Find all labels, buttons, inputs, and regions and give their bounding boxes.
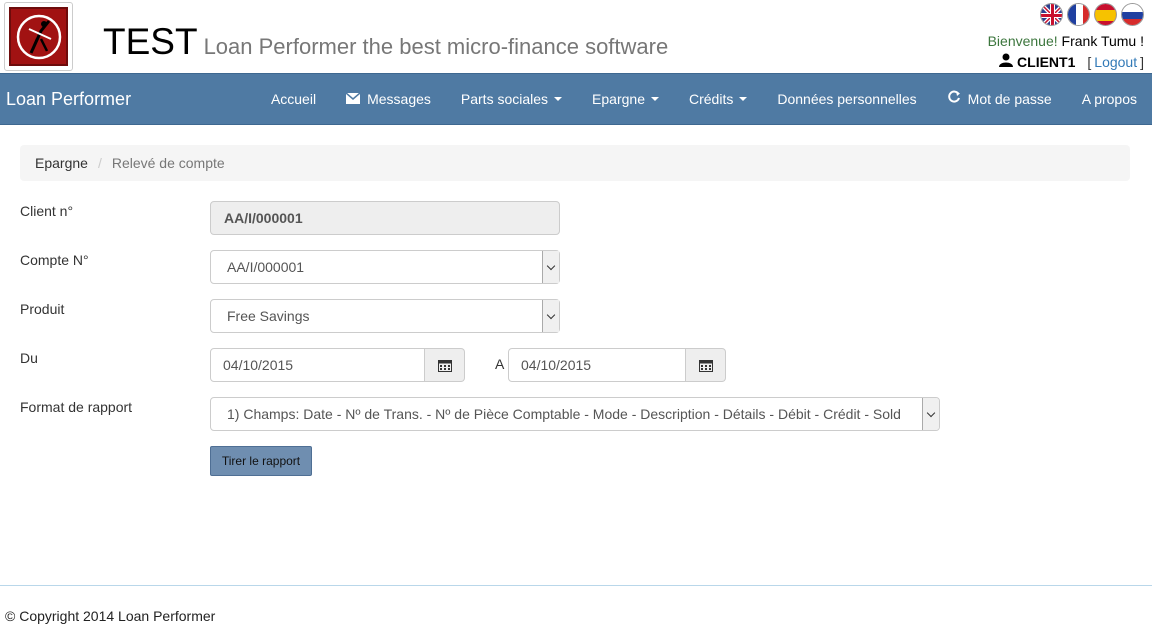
compte-label: Compte N° bbox=[20, 252, 89, 268]
chevron-down-icon[interactable] bbox=[922, 398, 939, 430]
breadcrumb-current: Relevé de compte bbox=[111, 155, 225, 171]
language-switcher bbox=[1040, 3, 1144, 26]
caret-down-icon bbox=[650, 97, 659, 101]
product-select[interactable]: Free Savings bbox=[210, 299, 560, 333]
welcome-user-name: Frank Tumu ! bbox=[1061, 33, 1144, 49]
nav-item-label: Crédits bbox=[688, 91, 734, 107]
nav-item-label: A propos bbox=[1081, 91, 1137, 107]
logo-emblem-icon bbox=[9, 7, 68, 66]
logout-bracket-close: ] bbox=[1140, 53, 1144, 70]
client-number-field: AA/I/000001 bbox=[210, 201, 560, 235]
nav-item-label: Accueil bbox=[270, 91, 317, 107]
nav-item-mot-de-passe[interactable]: Mot de passe bbox=[932, 74, 1067, 124]
chevron-down-icon[interactable] bbox=[542, 251, 559, 283]
envelope-icon bbox=[345, 74, 361, 124]
logout-link[interactable]: Logout bbox=[1094, 54, 1137, 70]
nav-item-messages[interactable]: Messages bbox=[331, 74, 446, 124]
nav-item-parts-sociales[interactable]: Parts sociales bbox=[446, 74, 577, 124]
spain-flag-icon[interactable] bbox=[1094, 3, 1117, 26]
report-format-value: 1) Champs: Date - Nº de Trans. - Nº de P… bbox=[227, 406, 901, 422]
russia-flag-icon[interactable] bbox=[1121, 3, 1144, 26]
nav-menu: Accueil Messages Parts sociales Epargne … bbox=[256, 74, 1152, 124]
refresh-icon bbox=[947, 74, 961, 124]
nav-item-credits[interactable]: Crédits bbox=[674, 74, 762, 124]
date-to-value: 04/10/2015 bbox=[521, 357, 592, 373]
footer-divider bbox=[0, 585, 1152, 586]
app-title: TEST bbox=[103, 21, 198, 62]
generate-report-button[interactable]: Tirer le rapport bbox=[210, 446, 312, 476]
date-to-input[interactable]: 04/10/2015 bbox=[508, 348, 686, 382]
breadcrumb-separator: / bbox=[97, 155, 102, 171]
navbar-brand[interactable]: Loan Performer bbox=[6, 74, 131, 124]
date-from-value: 04/10/2015 bbox=[223, 357, 294, 373]
nav-item-label: Mot de passe bbox=[967, 91, 1052, 107]
du-label: Du bbox=[20, 350, 38, 366]
report-format-select[interactable]: 1) Champs: Date - Nº de Trans. - Nº de P… bbox=[210, 397, 940, 431]
navbar: Loan Performer Accueil Messages Parts so… bbox=[0, 73, 1152, 125]
date-from-input[interactable]: 04/10/2015 bbox=[210, 348, 425, 382]
nav-item-label: Parts sociales bbox=[460, 91, 549, 107]
welcome-greeting: Bienvenue! bbox=[987, 33, 1058, 49]
breadcrumb: Epargne / Relevé de compte bbox=[20, 145, 1130, 181]
nav-item-label: Epargne bbox=[592, 91, 645, 107]
welcome-message: Bienvenue! Frank Tumu ! bbox=[988, 33, 1144, 49]
uk-flag-icon[interactable] bbox=[1040, 3, 1063, 26]
chevron-down-icon[interactable] bbox=[542, 300, 559, 332]
footer-copyright: © Copyright 2014 Loan Performer bbox=[5, 608, 216, 624]
nav-item-a-propos[interactable]: A propos bbox=[1067, 74, 1152, 124]
product-select-value: Free Savings bbox=[227, 308, 310, 324]
client-label: Client n° bbox=[20, 203, 74, 219]
header: TEST Loan Performer the best micro-financ… bbox=[0, 0, 1152, 73]
nav-item-label: Données personnelles bbox=[777, 91, 917, 107]
user-info: CLIENT1 [ Logout ] bbox=[999, 53, 1144, 70]
breadcrumb-epargne[interactable]: Epargne bbox=[35, 155, 88, 171]
logout-bracket-open: [ bbox=[1087, 53, 1092, 70]
calendar-icon[interactable] bbox=[425, 348, 465, 382]
nav-item-donnees-personnelles[interactable]: Données personnelles bbox=[762, 74, 931, 124]
user-icon bbox=[999, 53, 1014, 70]
calendar-icon[interactable] bbox=[686, 348, 726, 382]
app-logo[interactable] bbox=[4, 2, 73, 71]
france-flag-icon[interactable] bbox=[1067, 3, 1090, 26]
username: CLIENT1 bbox=[1017, 53, 1076, 70]
produit-label: Produit bbox=[20, 301, 65, 317]
client-number-value: AA/I/000001 bbox=[224, 210, 303, 226]
nav-item-accueil[interactable]: Accueil bbox=[256, 74, 331, 124]
format-label: Format de rapport bbox=[20, 399, 133, 415]
a-label: A bbox=[495, 356, 505, 372]
nav-item-epargne[interactable]: Epargne bbox=[577, 74, 674, 124]
caret-down-icon bbox=[739, 97, 748, 101]
page-title: TEST Loan Performer the best micro-financ… bbox=[103, 21, 668, 63]
app-subtitle: Loan Performer the best micro-finance so… bbox=[203, 34, 669, 59]
nav-item-label: Messages bbox=[367, 91, 431, 107]
account-select-value: AA/I/000001 bbox=[227, 259, 305, 275]
caret-down-icon bbox=[554, 97, 563, 101]
account-select[interactable]: AA/I/000001 bbox=[210, 250, 560, 284]
